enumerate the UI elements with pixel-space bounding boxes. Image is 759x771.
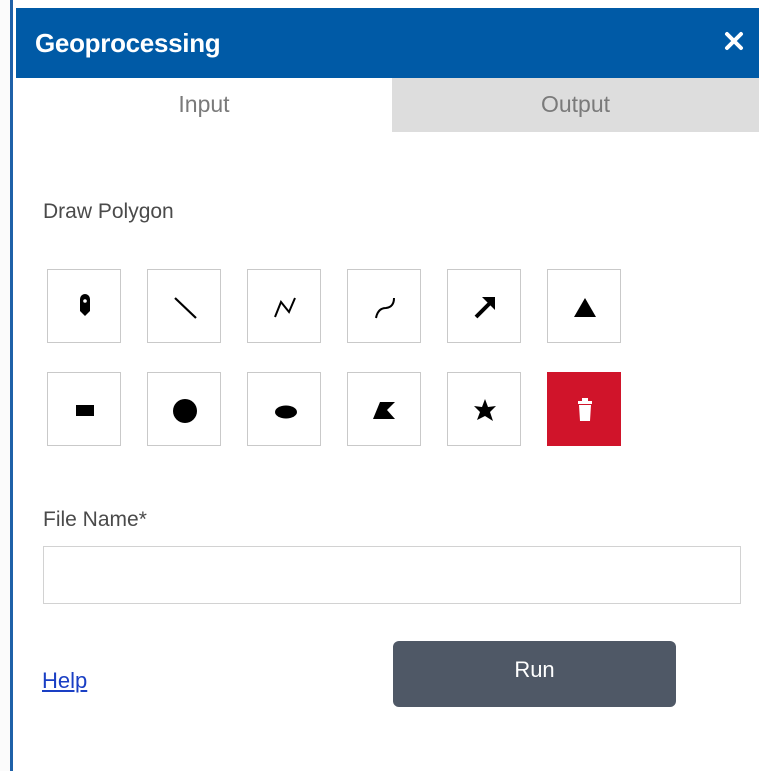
draw-polygon-button[interactable] — [347, 372, 421, 446]
close-icon[interactable] — [723, 30, 745, 52]
polygon-icon — [373, 402, 395, 419]
draw-circle-button[interactable] — [147, 372, 221, 446]
arrow-icon — [474, 297, 495, 319]
draw-rectangle-button[interactable] — [47, 372, 121, 446]
polyline-icon — [274, 297, 296, 318]
trash-icon — [578, 398, 592, 421]
draw-triangle-button[interactable] — [547, 269, 621, 343]
line-icon — [174, 297, 197, 319]
panel-header: Geoprocessing — [16, 8, 759, 74]
tab-input[interactable]: Input — [16, 74, 392, 132]
draw-ellipse-button[interactable] — [247, 372, 321, 446]
freehand-polygon-icon — [474, 399, 496, 421]
file-name-input[interactable] — [43, 546, 741, 604]
file-name-label: File Name* — [43, 508, 147, 531]
geoprocessing-panel: Geoprocessing Input Output Draw Polygon — [16, 0, 759, 771]
draw-line-button[interactable] — [147, 269, 221, 343]
circle-icon — [173, 399, 197, 423]
rectangle-icon — [76, 405, 94, 416]
draw-point-button[interactable] — [47, 269, 121, 343]
draw-arrow-button[interactable] — [447, 269, 521, 343]
map-pin-icon — [80, 294, 90, 316]
left-panel-edge — [0, 0, 13, 771]
ellipse-icon — [275, 405, 297, 419]
run-button[interactable]: Run — [393, 641, 676, 707]
draw-freehand-polygon-button[interactable] — [447, 372, 521, 446]
tab-output[interactable]: Output — [392, 74, 759, 132]
help-link[interactable]: Help — [42, 668, 87, 694]
panel-title: Geoprocessing — [35, 28, 221, 58]
triangle-icon — [574, 298, 596, 317]
draw-freehand-line-button[interactable] — [347, 269, 421, 343]
draw-polygon-label: Draw Polygon — [43, 200, 174, 223]
tab-bar: Input Output — [16, 74, 759, 132]
freehand-line-icon — [375, 297, 395, 319]
draw-polyline-button[interactable] — [247, 269, 321, 343]
delete-drawing-button[interactable] — [547, 372, 621, 446]
